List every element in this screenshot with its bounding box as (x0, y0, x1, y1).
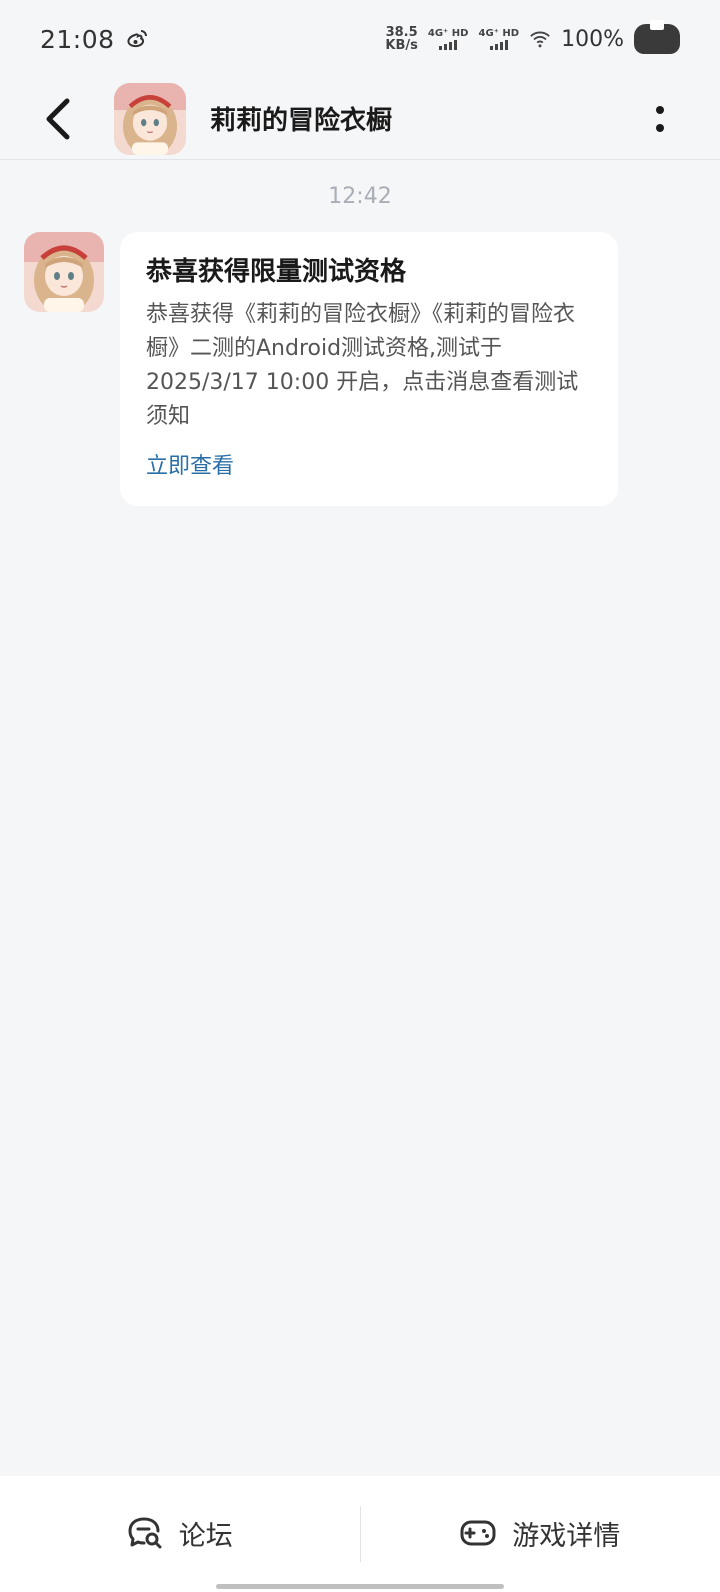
gamepad-icon (460, 1520, 496, 1546)
message-bubble[interactable]: 恭喜获得限量测试资格 恭喜获得《莉莉的冒险衣橱》《莉莉的冒险衣橱》二测的Andr… (120, 232, 618, 506)
sim2-label: 4G⁺ HD (478, 28, 520, 39)
signal-icon (439, 40, 458, 50)
status-time: 21:08 (40, 24, 115, 54)
weibo-icon (127, 30, 147, 48)
game-avatar[interactable] (114, 82, 186, 155)
message-row: 恭喜获得限量测试资格 恭喜获得《莉莉的冒险衣橱》《莉莉的冒险衣橱》二测的Andr… (24, 232, 618, 506)
battery-percent: 100% (561, 26, 624, 52)
message-timestamp: 12:42 (328, 184, 392, 209)
chat-header: 莉莉的冒险衣橱 (0, 78, 720, 160)
message-title: 恭喜获得限量测试资格 (146, 257, 407, 287)
forum-chat-icon (128, 1517, 162, 1549)
game-detail-label: 游戏详情 (512, 1520, 621, 1552)
sim1-label: 4G⁺ HD (427, 28, 469, 39)
message-body: 恭喜获得《莉莉的冒险衣橱》《莉莉的冒险衣橱》二测的Android测试资格,测试于… (146, 302, 579, 429)
wifi-icon (530, 31, 550, 48)
chat-title: 莉莉的冒险衣橱 (210, 106, 393, 136)
view-now-link[interactable]: 立即查看 (146, 448, 234, 480)
bottom-bar: 论坛 游戏详情 (0, 1476, 720, 1592)
network-speed: 38.5 KB/s (385, 26, 417, 52)
back-arrow-icon (46, 98, 70, 139)
sender-avatar-image (24, 232, 104, 312)
game-avatar-image (114, 82, 186, 155)
speed-unit: KB/s (385, 38, 418, 53)
forum-label: 论坛 (178, 1520, 233, 1552)
back-button[interactable] (30, 91, 86, 147)
signal-icon (489, 40, 508, 50)
status-bar: 21:08 38.5 KB/s 4G⁺ HD 4G⁺ HD 100% (0, 0, 720, 78)
screen: 21:08 38.5 KB/s 4G⁺ HD 4G⁺ HD 100% 莉莉的冒险… (0, 0, 720, 1592)
battery-icon (634, 20, 680, 54)
sim1-signal: 4G⁺ HD (427, 28, 469, 50)
game-detail-button[interactable]: 游戏详情 (361, 1476, 720, 1590)
forum-button[interactable]: 论坛 (0, 1476, 360, 1590)
more-button[interactable] (640, 91, 680, 147)
more-dot (656, 123, 664, 132)
home-indicator[interactable] (216, 1584, 504, 1589)
sender-avatar[interactable] (24, 232, 104, 312)
more-vertical-icon (656, 105, 664, 114)
sim2-signal: 4G⁺ HD (478, 28, 519, 50)
